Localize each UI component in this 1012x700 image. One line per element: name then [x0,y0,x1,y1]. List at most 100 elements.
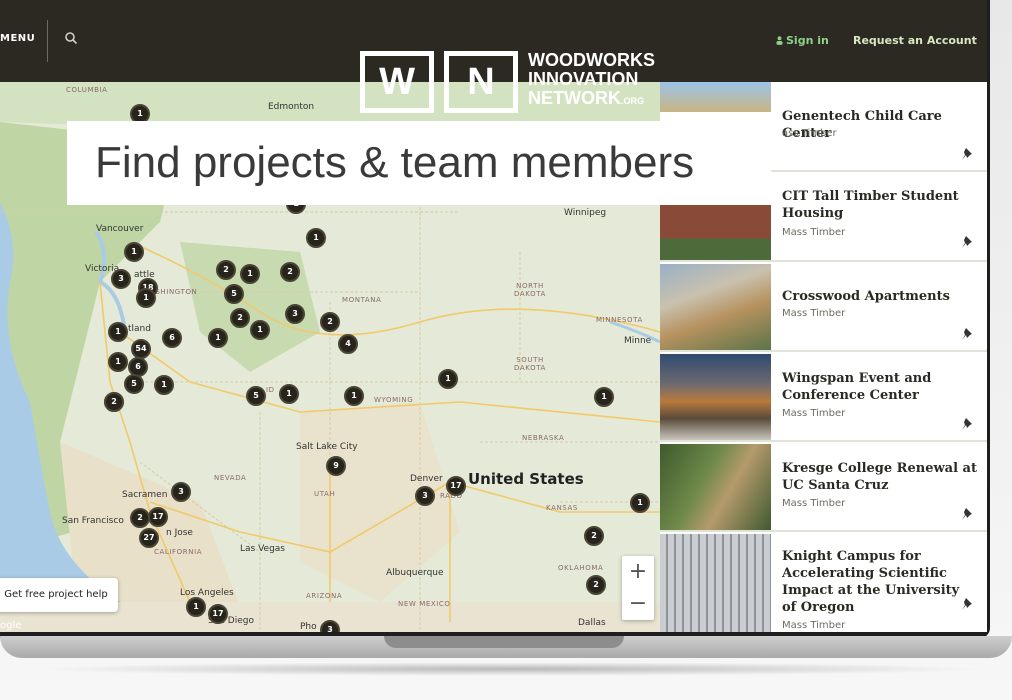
google-attribution: ogle [0,620,22,631]
map-cluster[interactable]: 5 [124,374,144,394]
laptop-base [0,636,1012,700]
map-cluster[interactable]: 17 [446,476,466,496]
map-cluster[interactable]: 1 [344,386,364,406]
zoom-out-button[interactable]: − [622,588,654,620]
map-cluster[interactable]: 2 [320,312,340,332]
map-cluster[interactable]: 5 [224,284,244,304]
list-item[interactable]: Crosswood Apartments Mass Timber [660,262,987,352]
map-cluster[interactable]: 5 [246,386,266,406]
state-label: SOUTH DAKOTA [514,356,546,372]
map-cluster[interactable]: 2 [130,508,150,528]
pin-icon[interactable] [960,416,976,432]
place-label: Minne [624,336,652,346]
place-label: Salt Lake City [296,442,358,452]
map-cluster[interactable]: 2 [104,392,124,412]
laptop-shadow [30,662,990,676]
map-cluster[interactable]: 1 [630,493,650,513]
project-title[interactable]: Crosswood Apartments [782,288,982,305]
state-label: CALIFORNIA [154,548,203,556]
pin-icon[interactable] [960,326,976,342]
map-cluster[interactable]: 9 [326,456,346,476]
map-cluster[interactable]: 3 [111,269,131,289]
state-label: NEW MEXICO [398,600,451,608]
map-cluster[interactable]: 1 [279,384,299,404]
user-icon [776,36,783,45]
map-cluster[interactable]: 2 [230,308,250,328]
nav-divider [47,20,48,62]
state-label: OKLAHOMA [558,564,604,572]
map-cluster[interactable]: 1 [154,375,174,395]
list-item[interactable]: Kresge College Renewal at UC Santa Cruz … [660,442,987,532]
map-cluster[interactable]: 17 [208,604,228,624]
map-cluster[interactable]: 17 [148,507,168,527]
laptop-mockup: MENU Sign in Request an Account Edmonton… [0,0,1012,700]
map-cluster[interactable]: 2 [584,526,604,546]
logo-line-1: WOODWORKS [528,50,655,70]
map-cluster[interactable]: 1 [108,352,128,372]
sign-in-link[interactable]: Sign in [786,34,829,47]
map-cluster[interactable]: 1 [186,597,206,617]
project-title[interactable]: Wingspan Event and Conference Center [782,370,982,404]
map-cluster[interactable]: 1 [108,322,128,342]
menu-button[interactable]: MENU [0,33,35,44]
map-cluster[interactable]: 1 [240,264,260,284]
pin-icon[interactable] [960,506,976,522]
map-cluster[interactable]: 3 [171,482,191,502]
state-label: MINNESOTA [596,316,643,324]
logo-line-3: NETWORK.ORG [528,89,655,111]
map-cluster[interactable]: 6 [162,328,182,348]
project-thumbnail [660,264,771,350]
place-label: n Jose [166,528,193,538]
project-title[interactable]: Knight Campus for Accelerating Scientifi… [782,548,962,616]
map-cluster[interactable]: 1 [438,369,458,389]
map-cluster[interactable]: 2 [586,575,606,595]
map-cluster[interactable]: 1 [208,328,228,348]
map-cluster[interactable]: 1 [594,387,614,407]
place-label: San Francisco [62,516,124,526]
state-label: NEVADA [214,474,247,482]
place-label: Las Vegas [240,544,285,554]
map-cluster[interactable]: 1 [250,320,270,340]
project-category: ass Timber [782,128,837,139]
map-cluster[interactable]: 1 [306,228,326,248]
place-label: Albuquerque [386,568,444,578]
state-label: ARIZONA [306,592,343,600]
map-cluster[interactable]: 3 [285,304,305,324]
state-label: MONTANA [342,296,382,304]
project-title[interactable]: CIT Tall Timber Student Housing [782,188,982,222]
map-cluster[interactable]: 3 [415,486,435,506]
state-label: COLUMBIA [66,86,108,94]
search-icon[interactable] [64,31,78,45]
pin-icon[interactable] [960,234,976,250]
map-cluster[interactable]: 54 [131,339,151,359]
project-title[interactable]: Kresge College Renewal at UC Santa Cruz [782,460,982,494]
place-label: tland [128,324,151,334]
app-screen: MENU Sign in Request an Account Edmonton… [0,0,987,632]
state-label: NORTH DAKOTA [514,282,546,298]
laptop-notch [384,636,624,648]
project-thumbnail [660,534,771,632]
place-label: Vancouver [96,224,144,234]
zoom-in-button[interactable]: + [622,556,654,588]
place-label: Dallas [578,618,606,628]
project-thumbnail [660,444,771,530]
project-thumbnail [660,354,771,440]
list-item[interactable]: Knight Campus for Accelerating Scientifi… [660,532,987,632]
country-label: United States [468,470,584,488]
state-label: ID [266,386,275,394]
place-label: Pho [300,622,317,632]
pin-icon[interactable] [960,596,976,612]
map-cluster[interactable]: 2 [280,262,300,282]
logo-org: .ORG [621,96,645,106]
request-account-link[interactable]: Request an Account [853,34,977,47]
place-label: Sacramen [122,490,168,500]
map-cluster[interactable]: 27 [139,528,159,548]
map-cluster[interactable]: 1 [136,288,156,308]
map-cluster[interactable]: 4 [338,334,358,354]
woodworks-logo: W N WOODWORKS INNOVATION NETWORK.ORG [360,51,700,115]
list-item[interactable]: Wingspan Event and Conference Center Mas… [660,352,987,442]
get-project-help-button[interactable]: Get free project help [0,578,118,612]
pin-icon[interactable] [960,146,976,162]
map-cluster[interactable]: 1 [124,242,144,262]
map-cluster[interactable]: 2 [216,260,236,280]
